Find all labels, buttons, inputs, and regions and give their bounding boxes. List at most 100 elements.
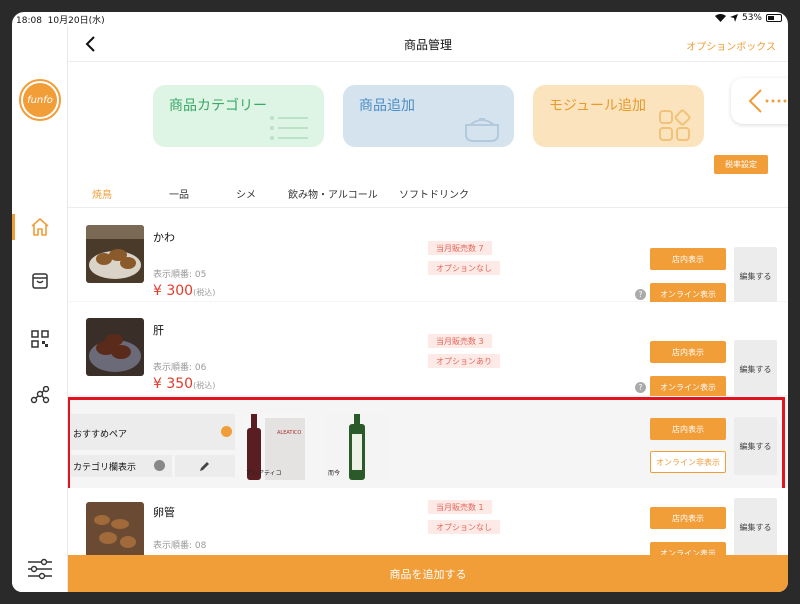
sliders-icon [28,558,52,580]
category-display-indicator [154,460,165,471]
nav-orders[interactable] [12,266,68,296]
battery-level [768,16,775,20]
battery-icon [766,14,782,22]
more-cards-button[interactable] [731,78,788,124]
product-thumbnail [86,318,144,376]
status-bar: 18:08 10月20日(水) 53% [12,12,788,26]
tab-yakitori[interactable]: 焼鳥 [92,186,112,201]
add-module-card[interactable]: モジュール追加 [533,85,704,147]
sidebar: funfo [12,26,68,592]
online-display-button[interactable]: オンライン表示 [650,542,726,555]
add-product-label: 商品追加 [359,98,415,114]
help-icon[interactable]: ? [635,289,646,300]
home-icon [31,218,49,236]
pair-wine-image[interactable]: ALEATICO アレアティコ [243,414,307,480]
chevron-left-dots-icon [748,89,787,113]
tax-settings-button[interactable]: 税率設定 [714,155,768,174]
page-header: 商品管理 オプションボックス [68,26,788,62]
page-title: 商品管理 [403,38,452,52]
product-price: ¥ 300(税込) [153,283,215,299]
status-time: 18:08 10月20日(水) [16,13,105,26]
oviduct-photo [86,502,144,555]
product-thumbnail [86,502,144,555]
recommended-pair-row: おすすめペア カテゴリ欄表示 ALEATICO アレアティコ 而今 店内表示 オ… [68,396,788,491]
location-icon [729,14,738,22]
status-clock: 18:08 [16,16,42,26]
tab-shime[interactable]: シメ [236,186,256,201]
category-display-label: カテゴリ欄表示 [73,463,137,473]
tab-drinks-alcohol[interactable]: 飲み物・アルコール [288,186,378,201]
product-thumbnail [86,225,144,283]
logo-text: funfo [23,83,57,117]
wine-caption: アレアティコ [246,470,282,477]
network-icon [30,386,50,404]
display-order: 表示順番: 08 [153,541,207,551]
status-right: 53% [714,13,782,23]
price-value: ¥ 300 [153,283,194,299]
nav-network[interactable] [12,380,68,410]
tab-ippin[interactable]: 一品 [169,186,189,201]
status-date: 10月20日(水) [47,16,105,26]
wifi-icon [714,14,726,22]
edit-button[interactable]: 編集する [734,498,777,555]
display-order: 表示順番: 06 [153,363,207,373]
edit-button[interactable]: 編集する [734,417,777,475]
pencil-icon [200,462,209,471]
skewer-photo [86,225,144,283]
recommend-pair-label: おすすめペア [73,430,128,440]
modules-icon [659,109,691,141]
tablet-frame: 18:08 10月20日(水) 53% funfo 商品管理 オプションボックス… [0,0,800,604]
option-badge: オプションあり [428,354,500,368]
monthly-sales-badge: 当月販売数 3 [428,334,492,348]
list-icon [270,116,308,140]
pot-icon [465,118,499,142]
store-display-button[interactable]: 店内表示 [650,507,726,529]
category-tabs: 焼鳥 一品 シメ 飲み物・アルコール ソフトドリンク [68,182,788,208]
product-name: かわ [153,231,175,244]
product-row: かわ 表示順番: 05 ¥ 300(税込) 当月販売数 7 オプションなし 店内… [68,209,788,305]
option-box-link[interactable]: オプションボックス [686,38,776,53]
help-icon[interactable]: ? [635,382,646,393]
filter-settings-button[interactable] [26,558,54,584]
online-hidden-button[interactable]: オンライン非表示 [650,451,726,473]
store-display-button[interactable]: 店内表示 [650,341,726,363]
edit-button[interactable]: 編集する [734,340,777,398]
monthly-sales-badge: 当月販売数 7 [428,241,492,255]
option-badge: オプションなし [428,261,500,275]
tax-included-note: (税込) [193,288,216,297]
svg-text:ALEATICO: ALEATICO [277,430,301,436]
product-row: 肝 表示順番: 06 ¥ 350(税込) 当月販売数 3 オプションあり 店内表… [68,302,788,398]
product-name: 肝 [153,324,164,337]
online-display-button[interactable]: オンライン表示 [650,376,726,398]
edit-button[interactable]: 編集する [734,247,777,305]
nav-qr[interactable] [12,324,68,354]
price-value: ¥ 350 [153,376,194,392]
monthly-sales-badge: 当月販売数 1 [428,500,492,514]
battery-percent: 53% [741,13,762,23]
qr-code-icon [31,330,49,348]
tab-soft-drinks[interactable]: ソフトドリンク [399,186,469,201]
add-product-button[interactable]: 商品を追加する [68,555,788,592]
screen: 18:08 10月20日(水) 53% funfo 商品管理 オプションボックス… [12,12,788,592]
liver-photo [86,318,144,376]
add-module-label: モジュール追加 [549,98,647,114]
product-category-label: 商品カテゴリー [169,98,267,114]
funfo-logo: funfo [19,79,61,121]
product-price: ¥ 350(税込) [153,376,215,392]
bag-icon [32,273,48,289]
store-display-button[interactable]: 店内表示 [650,418,726,440]
pair-sake-image[interactable]: 而今 [325,414,389,480]
recommend-pair-indicator [221,426,232,437]
sake-caption: 而今 [328,470,341,477]
display-order: 表示順番: 05 [153,270,207,280]
edit-pair-button[interactable] [175,455,235,477]
product-list: かわ 表示順番: 05 ¥ 300(税込) 当月販売数 7 オプションなし 店内… [68,209,788,555]
option-badge: オプションなし [428,520,500,534]
tax-included-note: (税込) [193,381,216,390]
store-display-button[interactable]: 店内表示 [650,248,726,270]
product-name: 卵管 [153,506,175,519]
product-category-card[interactable]: 商品カテゴリー [153,85,324,147]
nav-home[interactable] [12,212,68,242]
product-row: 卵管 表示順番: 08 当月販売数 1 オプションなし 店内表示 オンライン表示… [68,488,788,555]
add-product-card[interactable]: 商品追加 [343,85,514,147]
